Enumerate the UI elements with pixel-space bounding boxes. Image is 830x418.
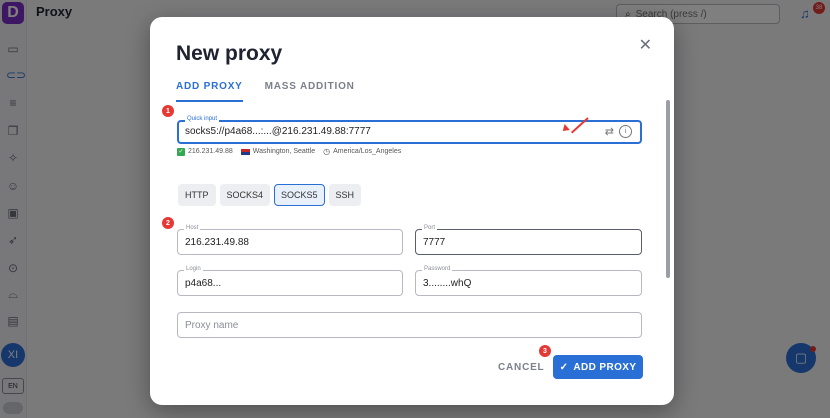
quick-input-label: Quick input [185, 116, 220, 122]
protocol-socks5[interactable]: SOCKS5 [274, 184, 325, 206]
check-icon: ✓ [559, 361, 569, 373]
proxy-name-field[interactable]: Proxy name [177, 312, 642, 338]
us-flag-icon [240, 148, 250, 155]
login-label: Login [184, 266, 203, 272]
protocol-selector: HTTP SOCKS4 SOCKS5 SSH [178, 184, 365, 206]
port-value: 7777 [423, 237, 446, 248]
swap-icon[interactable]: ⇄ [605, 125, 614, 138]
step-badge-2: 2 [162, 217, 174, 229]
proxy-timezone: America/Los_Angeles [333, 148, 402, 155]
proxy-name-placeholder: Proxy name [185, 320, 239, 331]
password-label: Password [422, 266, 453, 272]
protocol-http[interactable]: HTTP [178, 184, 216, 206]
login-value: p4a68... [185, 278, 222, 289]
host-value: 216.231.49.88 [185, 237, 249, 248]
login-field[interactable]: Login p4a68... [177, 266, 403, 296]
quick-input-value: socks5://p4a68...:...@216.231.49.88:7777 [185, 126, 371, 137]
password-field[interactable]: Password 3........whQ [415, 266, 642, 296]
scrollbar[interactable] [666, 100, 670, 278]
clock-icon: ◷ [323, 147, 331, 156]
step-badge-1: 1 [162, 105, 174, 117]
port-label: Port [422, 225, 438, 231]
host-label: Host [184, 225, 201, 231]
proxy-location: Washington, Seattle [252, 148, 316, 155]
step-badge-3: 3 [539, 345, 551, 357]
check-icon: ✓ [177, 147, 185, 156]
protocol-ssh[interactable]: SSH [328, 184, 362, 206]
add-proxy-label: ADD PROXY [573, 361, 637, 373]
dialog-title: New proxy [176, 42, 283, 65]
tab-mass-addition[interactable]: MASS ADDITION [265, 81, 355, 102]
port-field[interactable]: Port 7777 [415, 225, 642, 255]
proxy-check-result: ✓ 216.231.49.88 Washington, Seattle ◷ Am… [177, 147, 401, 156]
tab-bar: ADD PROXY MASS ADDITION [176, 81, 377, 102]
tab-add-proxy[interactable]: ADD PROXY [176, 81, 243, 102]
add-proxy-button[interactable]: ✓ ADD PROXY [553, 355, 643, 379]
proxy-ip: 216.231.49.88 [188, 148, 233, 155]
password-value: 3........whQ [423, 278, 472, 289]
protocol-socks4[interactable]: SOCKS4 [219, 184, 271, 206]
connection-section: Host 216.231.49.88 Port 7777 Login p4a68… [169, 222, 661, 342]
host-field[interactable]: Host 216.231.49.88 [177, 225, 403, 255]
cancel-button[interactable]: CANCEL [498, 362, 544, 373]
close-icon[interactable]: ✕ [639, 35, 652, 55]
add-proxy-section: ✓ ADD PROXY [547, 350, 649, 384]
new-proxy-dialog: ✕ New proxy ADD PROXY MASS ADDITION Quic… [150, 17, 674, 405]
info-icon[interactable]: i [619, 125, 632, 138]
